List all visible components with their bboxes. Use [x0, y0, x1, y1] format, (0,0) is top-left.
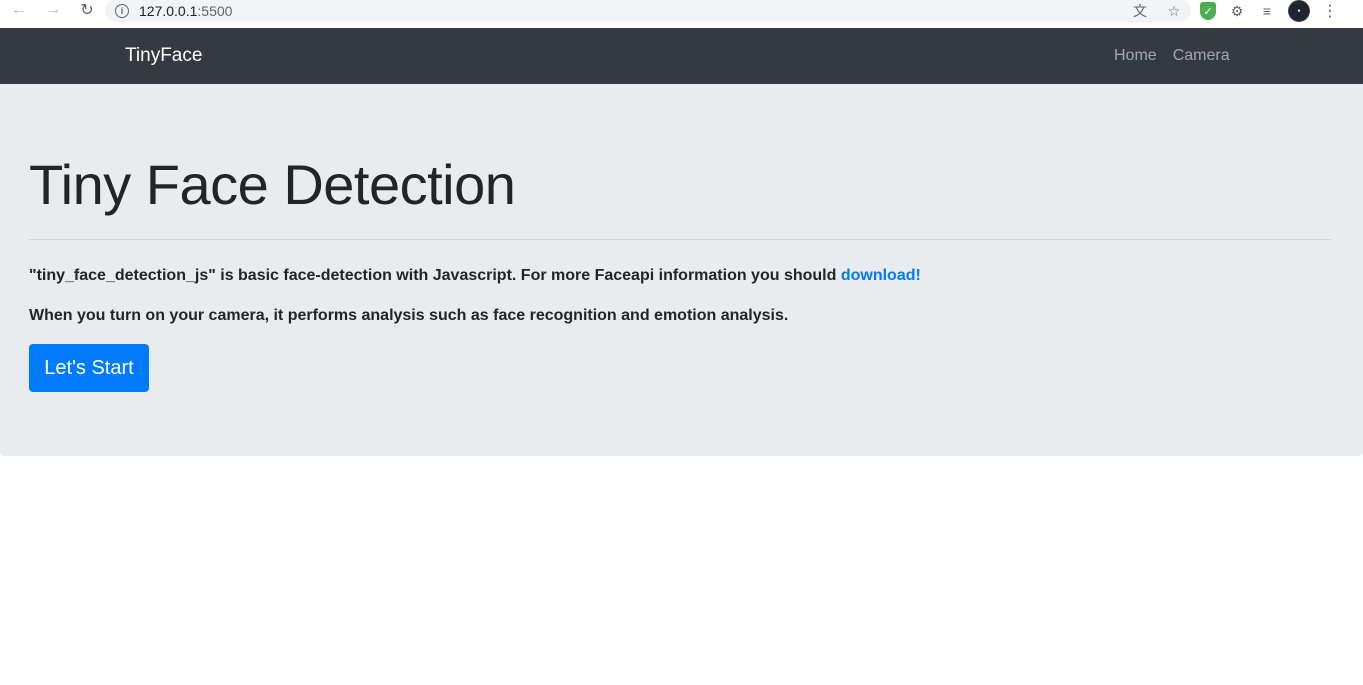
shield-extension-icon[interactable]: ✓	[1200, 2, 1216, 20]
url-host: 127.0.0.1	[139, 3, 198, 19]
info-icon[interactable]: i	[115, 4, 129, 18]
lead-text: "tiny_face_detection_js" is basic face-d…	[29, 267, 841, 284]
nav-links: Home Camera	[1114, 47, 1230, 65]
browser-toolbar: ← → ↻ i 127.0.0.1:5500 文 ☆ ✓ ⚙ ≡ ● ⋮	[0, 0, 1363, 28]
divider	[29, 239, 1331, 240]
nav-link-home[interactable]: Home	[1114, 47, 1157, 65]
navbar: TinyFace Home Camera	[0, 28, 1363, 84]
reading-list-icon[interactable]: ≡	[1258, 2, 1276, 20]
page-title: Tiny Face Detection	[29, 153, 516, 216]
description-paragraph: When you turn on your camera, it perform…	[29, 307, 789, 324]
star-icon[interactable]: ☆	[1165, 2, 1183, 20]
translate-icon[interactable]: 文	[1131, 2, 1149, 20]
forward-icon[interactable]: →	[42, 0, 64, 20]
nav-link-camera[interactable]: Camera	[1173, 47, 1230, 65]
menu-icon[interactable]: ⋮	[1322, 1, 1338, 21]
download-link[interactable]: download!	[841, 267, 921, 284]
jumbotron: Tiny Face Detection "tiny_face_detection…	[0, 84, 1363, 456]
address-bar[interactable]: i 127.0.0.1:5500 文 ☆	[105, 0, 1191, 22]
lets-start-button[interactable]: Let's Start	[29, 344, 149, 392]
lead-paragraph: "tiny_face_detection_js" is basic face-d…	[29, 267, 921, 285]
puzzle-icon[interactable]: ⚙	[1228, 2, 1246, 20]
url-port: :5500	[197, 3, 233, 19]
navbar-brand[interactable]: TinyFace	[125, 45, 202, 67]
profile-avatar[interactable]: ●	[1288, 0, 1310, 22]
back-icon[interactable]: ←	[8, 0, 30, 20]
reload-icon[interactable]: ↻	[76, 0, 98, 20]
